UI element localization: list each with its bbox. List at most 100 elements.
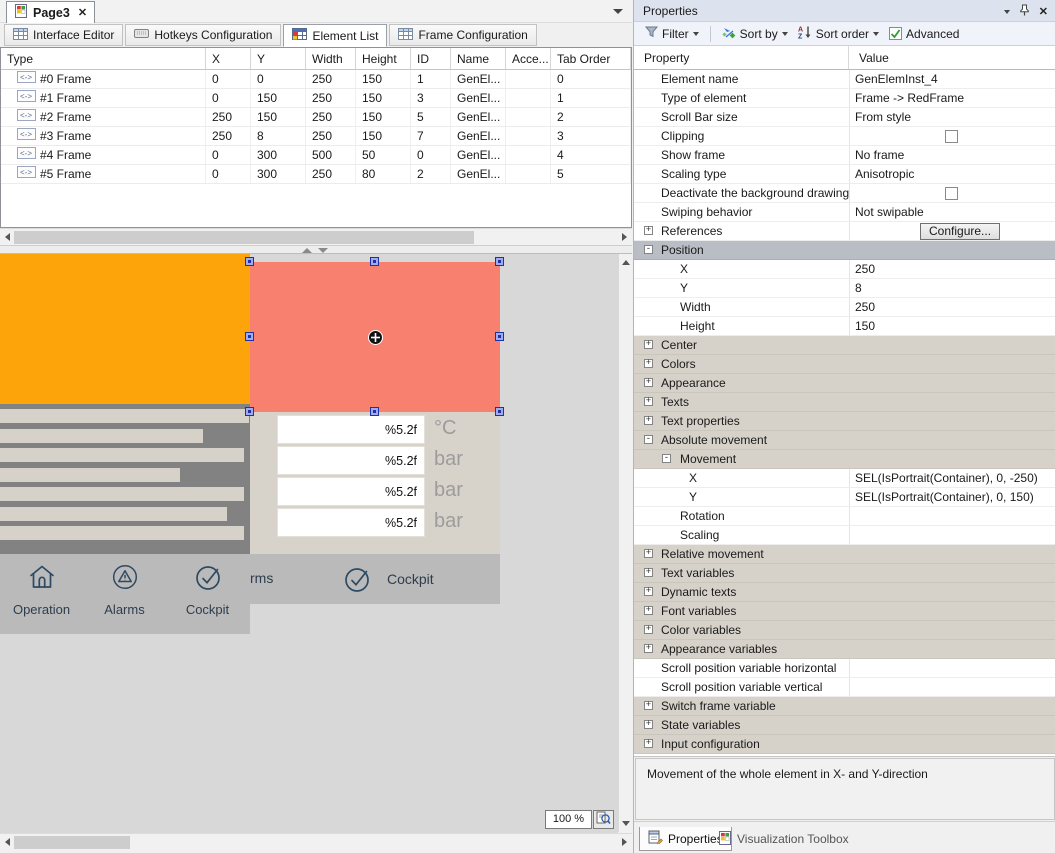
property-row-input-configuration[interactable]: +Input configuration <box>634 735 1055 754</box>
property-label-cell[interactable]: Rotation <box>634 507 849 525</box>
table-cell[interactable]: 0 <box>551 70 631 88</box>
table-cell[interactable] <box>506 70 551 88</box>
property-value-cell[interactable] <box>849 697 1055 715</box>
table-cell[interactable]: 250 <box>306 165 356 183</box>
property-value-cell[interactable] <box>849 735 1055 753</box>
scroll-left-icon[interactable] <box>5 838 10 846</box>
property-row-deactivate-the-background-drawing[interactable]: Deactivate the background drawing <box>634 184 1055 203</box>
property-row-colors[interactable]: +Colors <box>634 355 1055 374</box>
property-row-position[interactable]: -Position <box>634 241 1055 260</box>
property-label-cell[interactable]: Type of element <box>634 89 849 107</box>
property-row-text-properties[interactable]: +Text properties <box>634 412 1055 431</box>
tab-list-chevron-down-icon[interactable] <box>613 9 623 14</box>
property-label-cell[interactable]: +Dynamic texts <box>634 583 849 601</box>
nav-item-cockpit[interactable]: Cockpit <box>166 554 249 634</box>
table-horizontal-scrollbar[interactable] <box>0 228 632 245</box>
table-row[interactable]: <->#5 Frame0300250802GenEl...5 <box>1 165 631 184</box>
property-label-cell[interactable]: Scroll position variable vertical <box>634 678 849 696</box>
checkbox[interactable] <box>945 187 958 200</box>
property-label-cell[interactable]: +Colors <box>634 355 849 373</box>
selection-handle[interactable] <box>495 332 504 341</box>
table-cell[interactable]: GenEl... <box>451 108 506 126</box>
column-header[interactable]: Width <box>306 48 356 69</box>
property-value-cell[interactable] <box>849 716 1055 734</box>
splitter-up-icon[interactable] <box>302 248 312 253</box>
property-value-cell[interactable] <box>849 355 1055 373</box>
property-value-cell[interactable]: Configure... <box>849 222 1055 240</box>
property-label-cell[interactable]: +Center <box>634 336 849 354</box>
collapse-minus-icon[interactable]: - <box>644 245 653 254</box>
column-header[interactable]: Acce... <box>506 48 551 69</box>
visualization-canvas[interactable]: %5.2f°C%5.2fbar%5.2fbar%5.2fbar Operatio… <box>0 254 618 833</box>
expand-plus-icon[interactable]: + <box>644 701 653 710</box>
orange-frame-element[interactable] <box>0 254 250 404</box>
column-header[interactable]: Height <box>356 48 411 69</box>
property-value-cell[interactable]: 250 <box>849 298 1055 316</box>
table-cell[interactable]: 2 <box>411 165 451 183</box>
property-row-y[interactable]: YSEL(IsPortrait(Container), 0, 150) <box>634 488 1055 507</box>
value-fields-frame[interactable]: %5.2f°C%5.2fbar%5.2fbar%5.2fbar <box>250 404 500 554</box>
property-label-cell[interactable]: X <box>634 260 849 278</box>
property-value-cell[interactable] <box>849 241 1055 259</box>
table-cell[interactable]: <->#4 Frame <box>1 146 206 164</box>
nav-item-alarms[interactable]: Alarms <box>83 554 166 634</box>
property-row-font-variables[interactable]: +Font variables <box>634 602 1055 621</box>
property-row-references[interactable]: +ReferencesConfigure... <box>634 222 1055 241</box>
property-label-cell[interactable]: +Appearance variables <box>634 640 849 658</box>
tab-hotkeys-configuration[interactable]: Hotkeys Configuration <box>125 24 281 46</box>
property-value-cell[interactable] <box>849 374 1055 392</box>
expand-plus-icon[interactable]: + <box>644 397 653 406</box>
property-label-cell[interactable]: -Movement <box>634 450 849 468</box>
table-row[interactable]: <->#3 Frame25082501507GenEl...3 <box>1 127 631 146</box>
column-header[interactable]: ID <box>411 48 451 69</box>
table-row[interactable]: <->#2 Frame2501502501505GenEl...2 <box>1 108 631 127</box>
canvas-horizontal-scrollbar[interactable] <box>0 833 632 850</box>
collapse-minus-icon[interactable]: - <box>662 454 671 463</box>
expand-plus-icon[interactable]: + <box>644 644 653 653</box>
property-label-cell[interactable]: +Font variables <box>634 602 849 620</box>
table-cell[interactable]: 250 <box>306 108 356 126</box>
nav-item-operation[interactable]: Operation <box>0 554 83 634</box>
configure-button[interactable]: Configure... <box>920 223 1000 240</box>
property-label-cell[interactable]: +Texts <box>634 393 849 411</box>
property-value-cell[interactable] <box>849 127 1055 145</box>
numeric-input-field[interactable]: %5.2f <box>277 446 425 475</box>
table-cell[interactable]: 250 <box>206 108 251 126</box>
tab-interface-editor[interactable]: Interface Editor <box>4 24 123 46</box>
expand-plus-icon[interactable]: + <box>644 587 653 596</box>
property-row-clipping[interactable]: Clipping <box>634 127 1055 146</box>
pin-icon[interactable] <box>1019 4 1030 19</box>
table-cell[interactable]: 300 <box>251 165 306 183</box>
property-label-cell[interactable]: Swiping behavior <box>634 203 849 221</box>
collapse-minus-icon[interactable]: - <box>644 435 653 444</box>
column-header[interactable]: Y <box>251 48 306 69</box>
table-cell[interactable]: GenEl... <box>451 165 506 183</box>
table-cell[interactable] <box>506 146 551 164</box>
table-cell[interactable]: 250 <box>306 89 356 107</box>
table-cell[interactable]: 250 <box>306 127 356 145</box>
property-row-show-frame[interactable]: Show frameNo frame <box>634 146 1055 165</box>
property-label-cell[interactable]: +Text variables <box>634 564 849 582</box>
table-cell[interactable]: 150 <box>356 70 411 88</box>
table-cell[interactable]: GenEl... <box>451 127 506 145</box>
property-row-dynamic-texts[interactable]: +Dynamic texts <box>634 583 1055 602</box>
expand-plus-icon[interactable]: + <box>644 720 653 729</box>
property-row-relative-movement[interactable]: +Relative movement <box>634 545 1055 564</box>
selection-handle[interactable] <box>245 332 254 341</box>
table-cell[interactable]: 150 <box>356 108 411 126</box>
scroll-right-icon[interactable] <box>622 838 627 846</box>
table-cell[interactable]: <->#1 Frame <box>1 89 206 107</box>
property-label-cell[interactable]: Height <box>634 317 849 335</box>
property-value-cell[interactable]: SEL(IsPortrait(Container), 0, 150) <box>849 488 1055 506</box>
property-value-cell[interactable] <box>849 450 1055 468</box>
property-value-cell[interactable]: 250 <box>849 260 1055 278</box>
property-value-cell[interactable]: GenElemInst_4 <box>849 70 1055 88</box>
table-cell[interactable]: 7 <box>411 127 451 145</box>
table-cell[interactable]: 50 <box>356 146 411 164</box>
table-cell[interactable]: 8 <box>251 127 306 145</box>
close-panel-icon[interactable]: ✕ <box>1039 5 1048 18</box>
property-label-cell[interactable]: +Text properties <box>634 412 849 430</box>
column-header[interactable]: Tab Order <box>551 48 631 69</box>
property-label-cell[interactable]: X <box>634 469 849 487</box>
filter-button[interactable]: Filter <box>642 24 702 43</box>
